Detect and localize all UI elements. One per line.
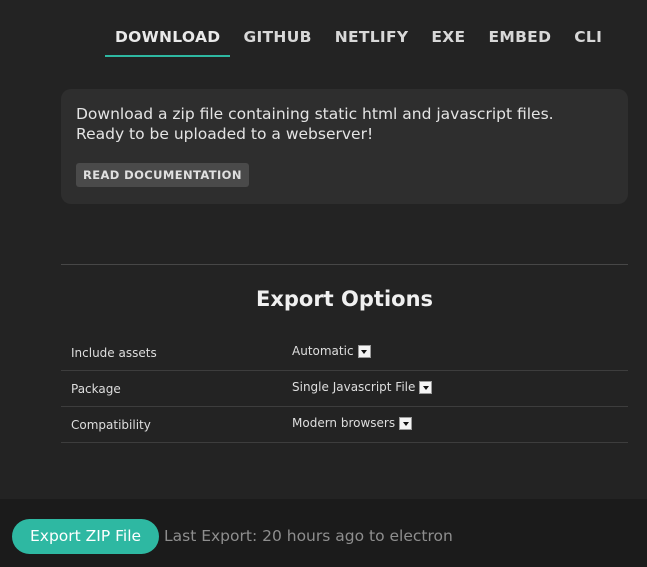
option-row-compatibility: Compatibility Modern browsers [61, 407, 628, 443]
option-value: Single Javascript File [292, 380, 416, 394]
export-options-title: Export Options [255, 287, 434, 311]
tab-exe[interactable]: EXE [421, 28, 475, 55]
tab-netlify[interactable]: NETLIFY [325, 28, 419, 55]
package-select[interactable]: Single Javascript File [292, 380, 433, 394]
option-value: Automatic [292, 344, 354, 358]
export-panel: DOWNLOAD GITHUB NETLIFY EXE EMBED CLI Do… [0, 0, 647, 567]
export-options-table: Include assets Automatic Package Single … [61, 335, 628, 443]
option-label: Include assets [71, 346, 157, 360]
option-row-include-assets: Include assets Automatic [61, 335, 628, 371]
include-assets-select[interactable]: Automatic [292, 344, 371, 358]
dropdown-arrow-icon[interactable] [419, 380, 433, 394]
read-documentation-button[interactable]: READ DOCUMENTATION [76, 163, 249, 187]
export-tabs: DOWNLOAD GITHUB NETLIFY EXE EMBED CLI [105, 28, 615, 57]
option-value: Modern browsers [292, 416, 396, 430]
option-row-package: Package Single Javascript File [61, 371, 628, 407]
section-divider [61, 264, 628, 265]
compatibility-select[interactable]: Modern browsers [292, 416, 413, 430]
tab-embed[interactable]: EMBED [478, 28, 561, 55]
option-label: Compatibility [71, 418, 151, 432]
export-zip-button[interactable]: Export ZIP File [12, 519, 160, 554]
dropdown-arrow-icon[interactable] [399, 416, 413, 430]
info-line-2: Ready to be uploaded to a webserver! [76, 125, 374, 143]
dropdown-arrow-icon[interactable] [357, 344, 371, 358]
tab-github[interactable]: GITHUB [233, 28, 321, 55]
info-line-1: Download a zip file containing static ht… [76, 105, 554, 123]
option-label: Package [71, 382, 121, 396]
info-description: Download a zip file containing static ht… [76, 104, 613, 144]
tab-download[interactable]: DOWNLOAD [105, 28, 231, 57]
download-info-box: Download a zip file containing static ht… [61, 89, 628, 204]
footer-bar: Export ZIP File Last Export: 20 hours ag… [0, 499, 647, 567]
tab-cli[interactable]: CLI [564, 28, 612, 55]
last-export-status: Last Export: 20 hours ago to electron [164, 527, 453, 545]
